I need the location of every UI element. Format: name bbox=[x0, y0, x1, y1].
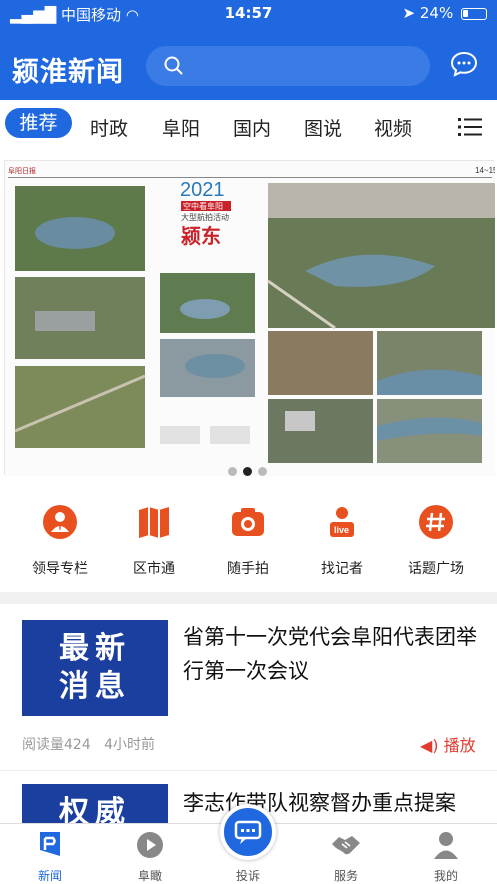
news-icon bbox=[40, 832, 60, 856]
quick-link-label: 找记者 bbox=[321, 561, 363, 577]
status-bar: ▂▄▆█ 中国移动 ◠ 14:57 ➤ 24% bbox=[0, 0, 497, 28]
news-meta: 阅读量424 4小时前 bbox=[22, 734, 155, 754]
tab-domestic[interactable]: 国内 bbox=[227, 114, 277, 144]
location-icon: ➤ bbox=[402, 4, 416, 22]
reporter-icon: live bbox=[330, 507, 354, 537]
thumbnail-text: 消息 bbox=[59, 669, 131, 704]
thumbnail-text: 权威 bbox=[59, 795, 131, 824]
handshake-icon bbox=[332, 836, 360, 855]
search-icon bbox=[164, 56, 183, 75]
news-thumbnail: 最新 消息 bbox=[22, 620, 168, 716]
carousel-dot-active[interactable] bbox=[243, 467, 252, 476]
tab-photos[interactable]: 图说 bbox=[298, 114, 348, 144]
tabbar-label: 新闻 bbox=[37, 869, 62, 883]
user-icon bbox=[434, 832, 458, 859]
quick-link-reporter[interactable]: live 找记者 bbox=[297, 490, 387, 577]
tab-politics[interactable]: 时政 bbox=[84, 114, 134, 144]
publish-time: 4小时前 bbox=[104, 737, 156, 753]
menu-icon[interactable] bbox=[458, 117, 482, 137]
tabbar-label: 我的 bbox=[433, 869, 458, 883]
hashtag-icon bbox=[419, 505, 453, 539]
carousel-dot[interactable] bbox=[228, 467, 237, 476]
play-button[interactable]: ◀) 播放 bbox=[420, 732, 476, 756]
camera-icon bbox=[232, 508, 264, 536]
tabbar-label: 投诉 bbox=[235, 869, 260, 883]
thumbnail-text: 最新 bbox=[59, 631, 131, 666]
battery-icon bbox=[461, 7, 487, 20]
tab-fuyang[interactable]: 阜阳 bbox=[156, 114, 206, 144]
tabbar-service[interactable]: 服务 bbox=[311, 830, 381, 883]
banner-headline: 颍东 bbox=[181, 224, 221, 248]
news-separator bbox=[0, 770, 497, 771]
battery-percent: 24% bbox=[419, 4, 454, 22]
section-divider bbox=[0, 592, 497, 604]
tabbar-profile[interactable]: 我的 bbox=[411, 830, 481, 883]
play-label: 播放 bbox=[443, 736, 476, 755]
quick-link-label: 随手拍 bbox=[227, 561, 269, 577]
svg-text:live: live bbox=[334, 525, 349, 535]
tab-recommend[interactable]: 推荐 bbox=[5, 108, 72, 138]
quick-link-leader-column[interactable]: 领导专栏 bbox=[15, 490, 105, 577]
search-input[interactable] bbox=[146, 46, 430, 86]
chat-icon bbox=[234, 820, 262, 844]
tabbar-overview[interactable]: 阜瞰 bbox=[115, 830, 185, 883]
quick-link-label: 领导专栏 bbox=[32, 561, 88, 577]
play-circle-icon bbox=[137, 832, 163, 858]
message-icon[interactable] bbox=[450, 50, 478, 78]
quick-link-snapshot[interactable]: 随手拍 bbox=[203, 490, 293, 577]
tab-video[interactable]: 视频 bbox=[368, 114, 418, 144]
map-icon bbox=[139, 507, 169, 538]
status-right: ➤ 24% bbox=[403, 4, 487, 22]
quick-link-label: 区市通 bbox=[133, 561, 175, 577]
tabbar-news[interactable]: 新闻 bbox=[15, 830, 85, 883]
svg-text:阜阳日报: 阜阳日报 bbox=[8, 166, 36, 175]
complaint-fab-button[interactable] bbox=[220, 804, 276, 860]
tabbar-label: 阜瞰 bbox=[137, 869, 162, 883]
quick-link-label: 话题广场 bbox=[408, 561, 464, 577]
quick-links: 领导专栏 区市通 随手拍 live 找记者 话题广场 bbox=[0, 490, 497, 590]
banner-subtitle2: 大型航拍活动 bbox=[181, 212, 229, 222]
carousel-dot[interactable] bbox=[258, 467, 267, 476]
banner-subtitle: 空中看阜阳 bbox=[183, 201, 223, 211]
tabbar-label: 服务 bbox=[333, 869, 358, 883]
banner-carousel[interactable]: 阜阳日报 14~15 2021 空中看阜阳 大型航拍活动 颍东 bbox=[4, 160, 497, 476]
banner-image: 阜阳日报 14~15 2021 空中看阜阳 大型航拍活动 颍东 bbox=[5, 161, 497, 476]
app-logo: 颍淮新闻 bbox=[12, 57, 124, 88]
news-title[interactable]: 省第十一次党代会阜阳代表团举行第一次会议 bbox=[183, 620, 483, 688]
app-header: ▂▄▆█ 中国移动 ◠ 14:57 ➤ 24% 颍淮新闻 bbox=[0, 0, 497, 100]
page-number: 14~15 bbox=[475, 166, 495, 175]
speaker-icon: ◀) bbox=[420, 736, 439, 755]
read-count: 阅读量424 bbox=[22, 737, 91, 753]
leader-icon bbox=[43, 505, 77, 539]
quick-link-topics[interactable]: 话题广场 bbox=[391, 490, 481, 577]
news-thumbnail: 权威 bbox=[22, 784, 168, 824]
banner-year: 2021 bbox=[180, 179, 225, 201]
carousel-dots bbox=[228, 461, 273, 480]
quick-link-district[interactable]: 区市通 bbox=[109, 490, 199, 577]
